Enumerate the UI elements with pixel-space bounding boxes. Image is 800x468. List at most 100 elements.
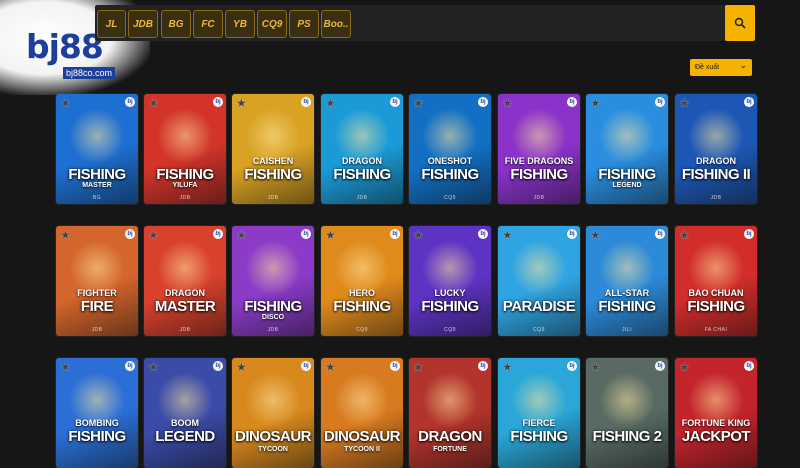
game-title-main: FISHING bbox=[421, 166, 479, 183]
game-tile[interactable]: ★ bj ALL-STAR FISHING JILI bbox=[586, 226, 668, 336]
chevron-down-icon: ⌄ bbox=[739, 60, 747, 70]
brand-url: bj88co.com bbox=[63, 67, 116, 79]
provider-tab-boo[interactable]: Boo.. bbox=[321, 10, 351, 38]
bj-badge-icon: bj bbox=[567, 97, 577, 107]
provider-tab-bg[interactable]: BG bbox=[161, 10, 191, 38]
favorite-star-icon[interactable]: ★ bbox=[60, 96, 71, 110]
game-provider: JDB bbox=[91, 327, 103, 333]
game-tile[interactable]: ★ bj FISHING DISCO JDB bbox=[232, 226, 314, 336]
search-button[interactable] bbox=[725, 5, 755, 41]
game-tile[interactable]: ★ bj BOOM LEGEND bbox=[144, 358, 226, 468]
favorite-star-icon[interactable]: ★ bbox=[679, 96, 690, 110]
game-artwork bbox=[422, 372, 478, 428]
favorite-star-icon[interactable]: ★ bbox=[148, 360, 159, 374]
game-title-top: BAO CHUAN bbox=[688, 288, 744, 298]
game-title-main: FISHING bbox=[421, 298, 479, 315]
game-provider: JDB bbox=[356, 195, 368, 201]
favorite-star-icon[interactable]: ★ bbox=[60, 360, 71, 374]
favorite-star-icon[interactable]: ★ bbox=[60, 228, 71, 242]
provider-tab-ps[interactable]: PS bbox=[289, 10, 319, 38]
game-tile[interactable]: ★ bj FIGHTER FIRE JDB bbox=[56, 226, 138, 336]
game-title-main: JACKPOT bbox=[681, 428, 751, 445]
game-tile[interactable]: ★ bj DRAGON FORTUNE bbox=[409, 358, 491, 468]
game-tile[interactable]: ★ bj FISHING MASTER BG bbox=[56, 94, 138, 204]
favorite-star-icon[interactable]: ★ bbox=[236, 96, 247, 110]
game-title-main: FISHING bbox=[598, 166, 656, 183]
game-tile[interactable]: ★ bj ONESHOT FISHING CQ9 bbox=[409, 94, 491, 204]
favorite-star-icon[interactable]: ★ bbox=[590, 360, 601, 374]
favorite-star-icon[interactable]: ★ bbox=[325, 360, 336, 374]
bj-badge-icon: bj bbox=[478, 97, 488, 107]
game-tile[interactable]: ★ bj DINOSAUR TYCOON bbox=[232, 358, 314, 468]
game-artwork bbox=[157, 108, 213, 164]
bj-badge-icon: bj bbox=[390, 229, 400, 239]
bj-badge-icon: bj bbox=[567, 361, 577, 371]
game-title-top: ONESHOT bbox=[427, 156, 473, 166]
favorite-star-icon[interactable]: ★ bbox=[325, 96, 336, 110]
game-tile[interactable]: ★ bj BAO CHUAN FISHING FA CHAI bbox=[675, 226, 757, 336]
provider-tab-jdb[interactable]: JDB bbox=[128, 10, 158, 38]
game-title-main: FISHING bbox=[156, 166, 214, 183]
favorite-star-icon[interactable]: ★ bbox=[502, 96, 513, 110]
game-title-main: FIRE bbox=[80, 298, 114, 315]
game-title-top: DRAGON bbox=[696, 156, 736, 166]
favorite-star-icon[interactable]: ★ bbox=[502, 228, 513, 242]
game-tile[interactable]: ★ bj CAISHEN FISHING JDB bbox=[232, 94, 314, 204]
game-title-main: FISHING bbox=[510, 428, 568, 445]
game-tile[interactable]: ★ bj HERO FISHING CQ9 bbox=[321, 226, 403, 336]
bj-badge-icon: bj bbox=[655, 361, 665, 371]
game-title-top: BOOM bbox=[171, 418, 199, 428]
favorite-star-icon[interactable]: ★ bbox=[413, 228, 424, 242]
favorite-star-icon[interactable]: ★ bbox=[590, 228, 601, 242]
provider-tab-cq9[interactable]: CQ9 bbox=[257, 10, 287, 38]
favorite-star-icon[interactable]: ★ bbox=[325, 228, 336, 242]
favorite-star-icon[interactable]: ★ bbox=[413, 96, 424, 110]
game-tile[interactable]: ★ bj BOMBING FISHING bbox=[56, 358, 138, 468]
bj-badge-icon: bj bbox=[213, 97, 223, 107]
favorite-star-icon[interactable]: ★ bbox=[679, 228, 690, 242]
game-tile[interactable]: ★ bj DRAGON FISHING II JDB bbox=[675, 94, 757, 204]
game-title-main: FISHING bbox=[687, 298, 745, 315]
game-tile[interactable]: ★ bj FIERCE FISHING bbox=[498, 358, 580, 468]
provider-tab-fc[interactable]: FC bbox=[193, 10, 223, 38]
favorite-star-icon[interactable]: ★ bbox=[148, 96, 159, 110]
game-tile[interactable]: ★ bj DRAGON FISHING JDB bbox=[321, 94, 403, 204]
provider-tab-jl[interactable]: JL bbox=[97, 10, 126, 38]
game-title-top: DRAGON bbox=[165, 288, 205, 298]
game-provider: JDB bbox=[179, 195, 191, 201]
game-tile[interactable]: ★ bj FISHING YILUFA JDB bbox=[144, 94, 226, 204]
sort-dropdown[interactable]: Đề xuất ⌄ bbox=[690, 59, 752, 76]
favorite-star-icon[interactable]: ★ bbox=[148, 228, 159, 242]
favorite-star-icon[interactable]: ★ bbox=[413, 360, 424, 374]
bj-badge-icon: bj bbox=[213, 229, 223, 239]
game-tile[interactable]: ★ bj DRAGON MASTER JDB bbox=[144, 226, 226, 336]
game-title-main: FISHING bbox=[510, 166, 568, 183]
bj-badge-icon: bj bbox=[478, 229, 488, 239]
game-title-top: ALL-STAR bbox=[604, 288, 650, 298]
bj-badge-icon: bj bbox=[125, 361, 135, 371]
game-tile[interactable]: ★ bj LUCKY FISHING CQ9 bbox=[409, 226, 491, 336]
favorite-star-icon[interactable]: ★ bbox=[590, 96, 601, 110]
game-title-top: CAISHEN bbox=[252, 156, 294, 166]
game-title-main: FISHING bbox=[333, 298, 391, 315]
favorite-star-icon[interactable]: ★ bbox=[679, 360, 690, 374]
game-tile[interactable]: ★ bj FORTUNE KING JACKPOT bbox=[675, 358, 757, 468]
game-provider: JDB bbox=[710, 195, 722, 201]
game-tile[interactable]: ★ bj PARADISE CQ9 bbox=[498, 226, 580, 336]
bj-badge-icon: bj bbox=[301, 229, 311, 239]
provider-tab-yb[interactable]: YB bbox=[225, 10, 255, 38]
game-provider: FA CHAI bbox=[704, 327, 728, 333]
game-tile[interactable]: ★ bj FISHING LEGEND bbox=[586, 94, 668, 204]
game-provider: JDB bbox=[267, 327, 279, 333]
game-tile[interactable]: ★ bj FISHING 2 bbox=[586, 358, 668, 468]
favorite-star-icon[interactable]: ★ bbox=[502, 360, 513, 374]
game-artwork bbox=[511, 240, 567, 296]
favorite-star-icon[interactable]: ★ bbox=[236, 360, 247, 374]
game-title-main: DINOSAUR bbox=[323, 428, 401, 445]
game-title-main: FISHING bbox=[244, 166, 302, 183]
game-artwork bbox=[599, 108, 655, 164]
favorite-star-icon[interactable]: ★ bbox=[236, 228, 247, 242]
game-tile[interactable]: ★ bj FIVE DRAGONS FISHING JDB bbox=[498, 94, 580, 204]
bj-badge-icon: bj bbox=[213, 361, 223, 371]
game-tile[interactable]: ★ bj DINOSAUR TYCOON II bbox=[321, 358, 403, 468]
